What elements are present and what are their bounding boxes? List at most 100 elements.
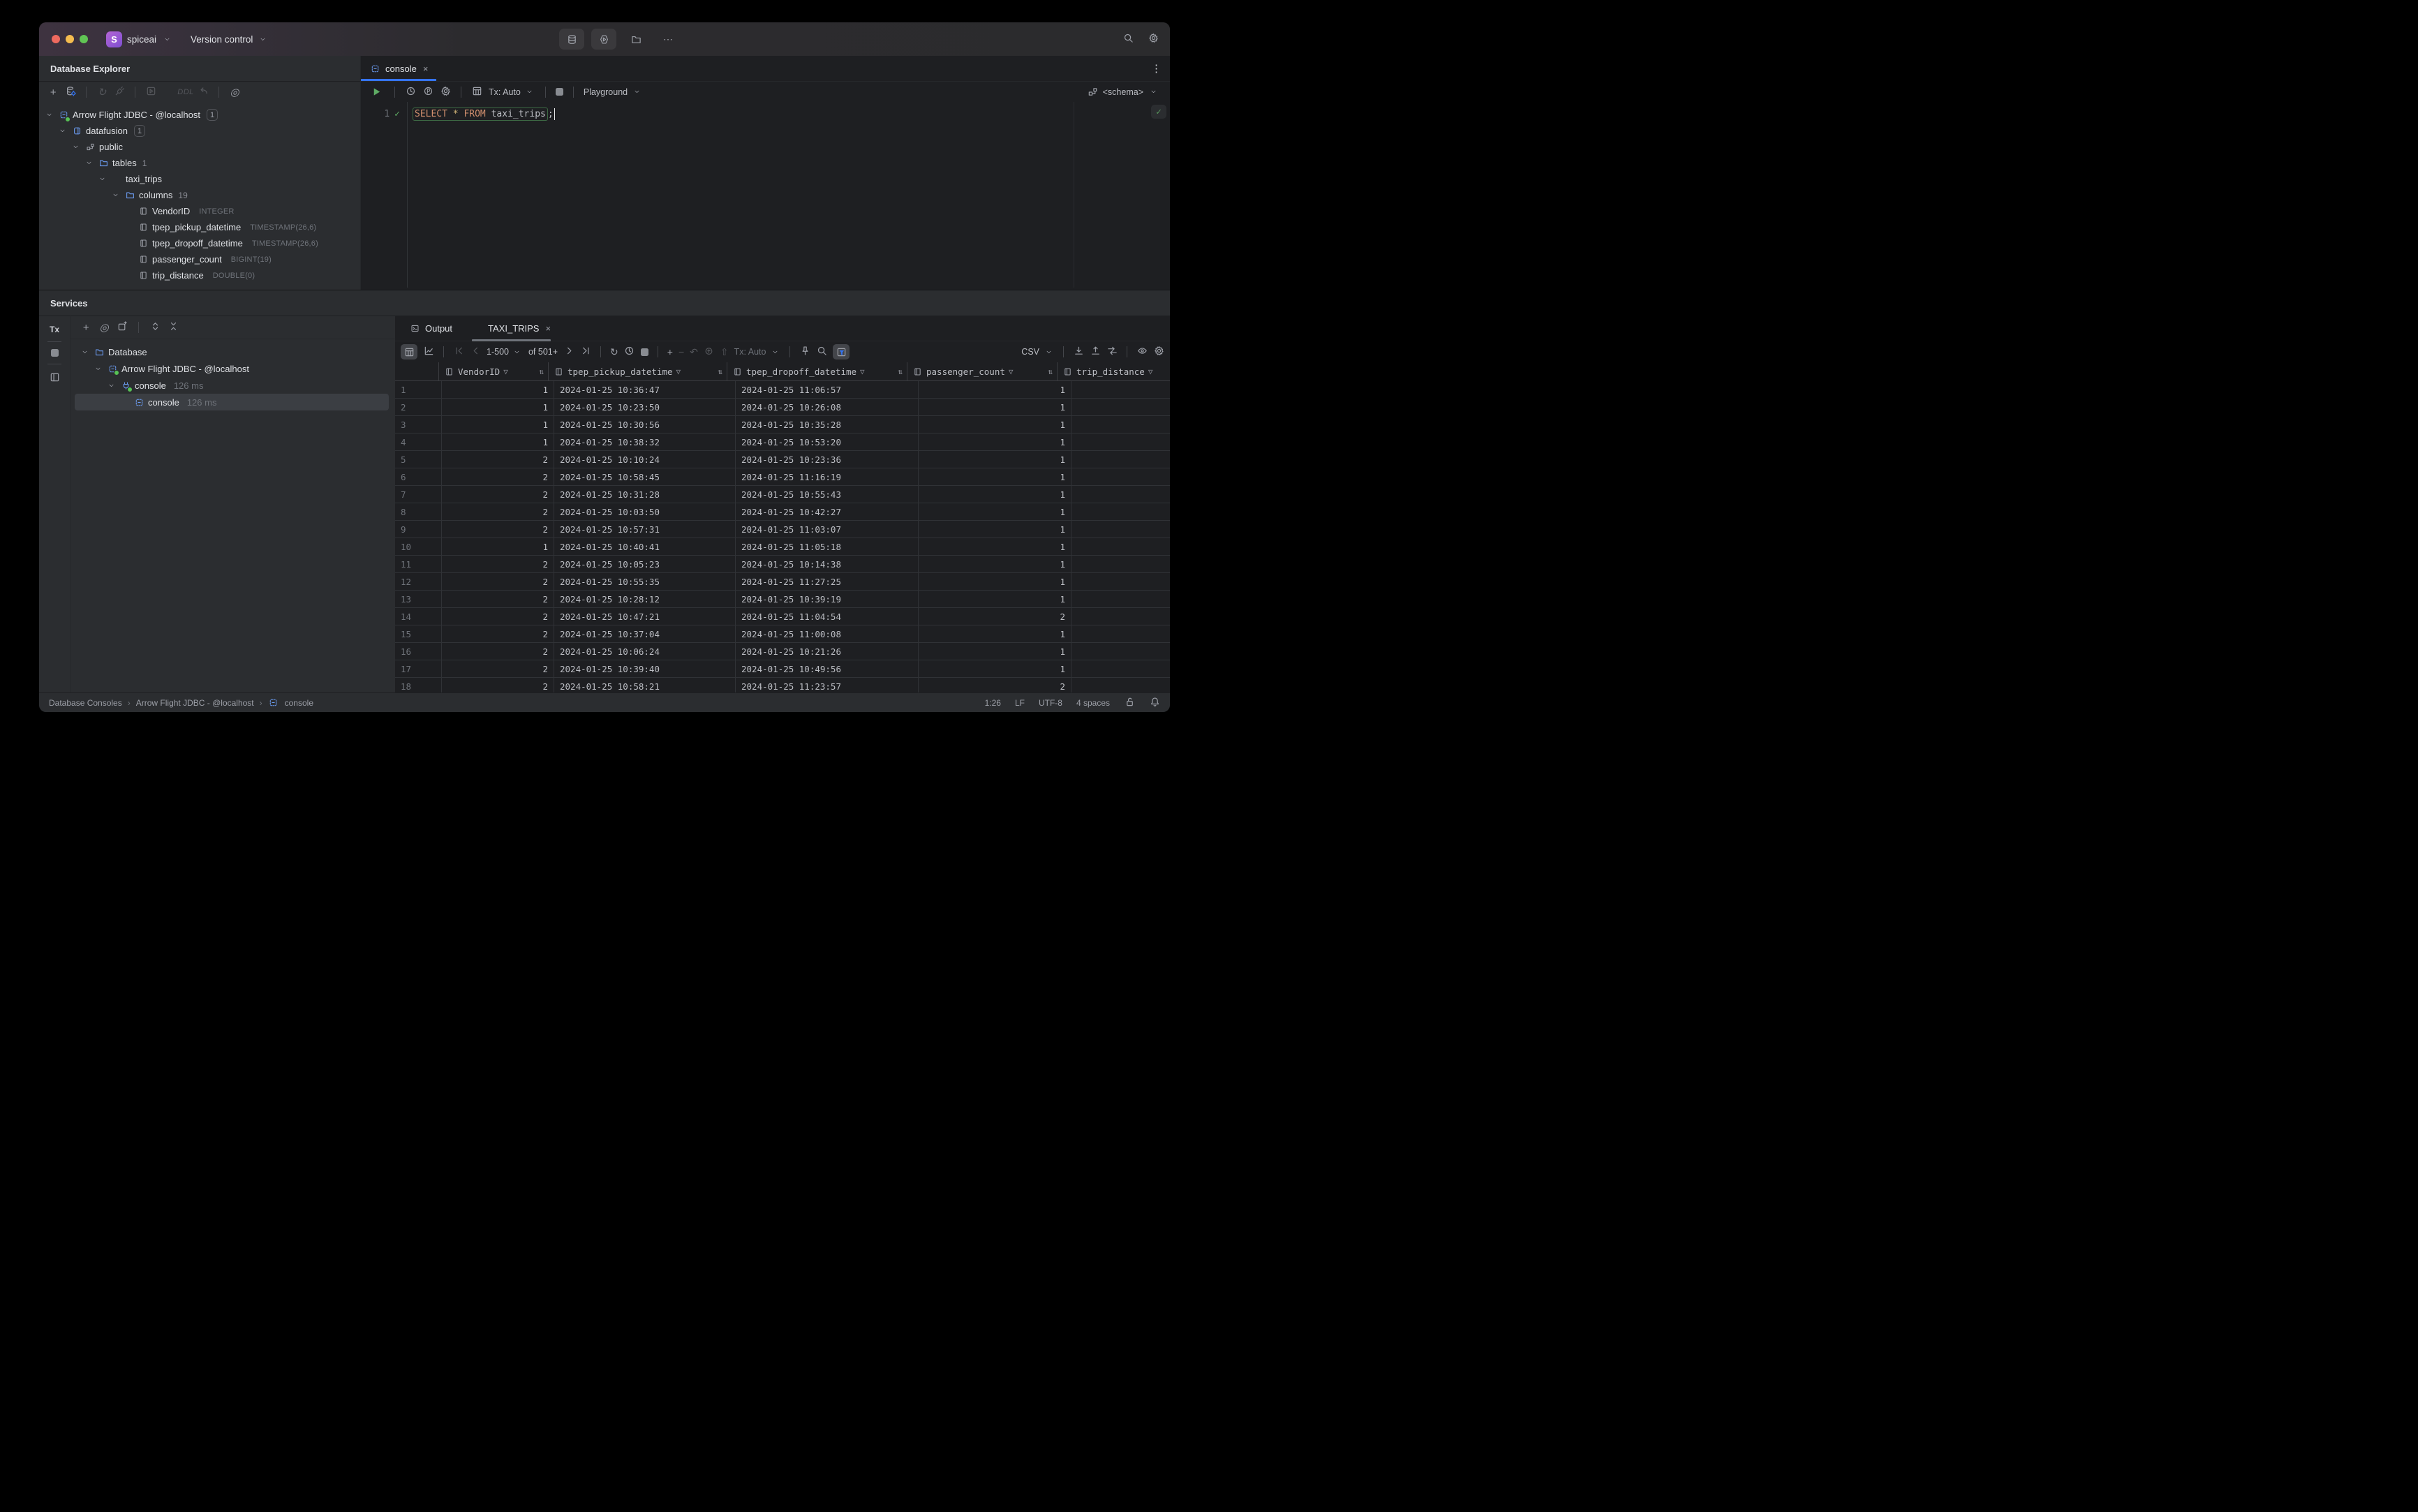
cell-trip_distance[interactable]: 11.99 [1071,573,1170,590]
refresh-button[interactable]: ↻ [96,87,107,98]
stop-process-button[interactable] [50,349,59,357]
cell-passenger_count[interactable]: 2 [919,608,1071,625]
grid-settings-button[interactable] [1153,346,1164,359]
auto-refresh-button[interactable] [624,346,635,359]
cell-passenger_count[interactable]: 1 [919,556,1071,572]
cell-trip_distance[interactable]: 2.06 [1071,608,1170,625]
results-tab-output[interactable]: Output [401,316,461,341]
cell-trip_distance[interactable]: 1.8 [1071,538,1170,555]
table-button[interactable] [163,86,174,99]
zoom-window-button[interactable] [80,35,88,43]
caret-position[interactable]: 1:26 [985,698,1001,708]
cell-vendorid[interactable]: 1 [442,381,554,398]
file-encoding[interactable]: UTF-8 [1039,698,1062,708]
ddl-button[interactable]: DDL [177,86,193,98]
tree-item-tpep-dropoff-datetime[interactable]: tpep_dropoff_datetime TIMESTAMP(26,6) [39,235,360,251]
cell-passenger_count[interactable]: 1 [919,625,1071,642]
cell-tpep_pickup_datetime[interactable]: 2024-01-25 10:03:50 [554,503,736,520]
cell-vendorid[interactable]: 1 [442,538,554,555]
tree-item-arrow-flight-jdbc-localhost[interactable]: Arrow Flight JDBC - @localhost 1 [39,107,360,123]
execute-button[interactable] [368,84,385,100]
cell-trip_distance[interactable]: 0.76 [1071,521,1170,538]
cell-tpep_dropoff_datetime[interactable]: 2024-01-25 10:21:26 [736,643,919,660]
reload-page-button[interactable]: ↻ [610,346,618,357]
tree-item-public[interactable]: public [39,139,360,155]
filter-funnel-icon[interactable]: ▽ [1148,367,1153,376]
cell-tpep_pickup_datetime[interactable]: 2024-01-25 10:06:24 [554,643,736,660]
filter-funnel-icon[interactable]: ▽ [503,367,508,376]
minimize-window-button[interactable] [66,35,74,43]
sort-icon[interactable]: ⇅ [718,367,722,376]
sort-icon[interactable]: ⇅ [1048,367,1053,376]
cell-vendorid[interactable]: 2 [442,521,554,538]
line-ending[interactable]: LF [1015,698,1025,708]
window-controls[interactable] [52,35,88,43]
grid-row-7[interactable]: 7 2 2024-01-25 10:31:28 2024-01-25 10:55:43… [395,486,1170,503]
revert-button[interactable]: ↶ [690,346,698,357]
export-format-select[interactable]: CSV [1021,346,1054,357]
grid-row-8[interactable]: 8 2 2024-01-25 10:03:50 2024-01-25 10:42:27… [395,503,1170,521]
editor-body[interactable]: 1 ✓ SELECT * FROM taxi_trips; ✓ [361,102,1170,288]
breadcrumb-console[interactable]: console [285,698,313,708]
filter-panel-button[interactable] [833,344,850,360]
grid-row-5[interactable]: 5 2 2024-01-25 10:10:24 2024-01-25 10:23:36… [395,451,1170,468]
cancel-query-button[interactable] [640,348,648,356]
expand-toggle-icon[interactable] [110,190,121,201]
cell-tpep_dropoff_datetime[interactable]: 2024-01-25 11:03:07 [736,521,919,538]
expand-toggle-icon[interactable] [43,110,54,121]
compare-button[interactable] [1106,346,1118,359]
cell-vendorid[interactable]: 2 [442,486,554,503]
tree-item-tables[interactable]: tables 1 [39,155,360,171]
expand-toggle-icon[interactable] [57,126,68,137]
export-button[interactable] [1090,346,1101,359]
submit-button[interactable] [704,346,715,359]
cell-trip_distance[interactable]: 0.75 [1071,591,1170,607]
grid-header-vendorid[interactable]: VendorID ▽ ⇅ [439,362,549,380]
tx-toggle-button[interactable]: Tx [50,325,59,334]
cell-tpep_pickup_datetime[interactable]: 2024-01-25 10:39:40 [554,660,736,677]
console-settings-button[interactable] [440,85,451,98]
pin-tab-button[interactable] [799,346,810,359]
cell-tpep_pickup_datetime[interactable]: 2024-01-25 10:31:28 [554,486,736,503]
grid-row-11[interactable]: 11 2 2024-01-25 10:05:23 2024-01-25 10:14:3… [395,556,1170,573]
write-access-toggle[interactable] [1124,696,1135,709]
unplug-button[interactable] [114,86,125,99]
cell-vendorid[interactable]: 2 [442,556,554,572]
close-tab-icon[interactable]: × [545,323,551,334]
grid-header-trip_distance[interactable]: trip_distance▽⇅ [1058,362,1170,380]
cell-trip_distance[interactable]: 1.3 [1071,433,1170,450]
grid-row-18[interactable]: 18 2 2024-01-25 10:58:21 2024-01-25 11:23:5… [395,678,1170,693]
grid-row-1[interactable]: 1 1 2024-01-25 10:36:47 2024-01-25 11:06:57… [395,381,1170,399]
database-tool-button[interactable] [559,29,584,50]
cell-trip_distance[interactable]: 18.6 [1071,503,1170,520]
cell-passenger_count[interactable]: 1 [919,538,1071,555]
grid-row-16[interactable]: 16 2 2024-01-25 10:06:24 2024-01-25 10:21:2… [395,643,1170,660]
play-rect-button[interactable] [145,86,156,99]
cell-tpep_dropoff_datetime[interactable]: 2024-01-25 11:16:19 [736,468,919,485]
cell-passenger_count[interactable]: 2 [919,678,1071,693]
results-tx-select[interactable]: Tx: Auto [734,346,781,357]
tab-console[interactable]: console × [361,56,437,81]
results-tab-taxi_trips[interactable]: TAXI_TRIPS × [463,316,559,341]
grid-row-13[interactable]: 13 2 2024-01-25 10:28:12 2024-01-25 10:39:1… [395,591,1170,608]
tx-mode-select[interactable]: Tx: Auto [489,87,535,98]
parameters-button[interactable] [422,85,433,98]
expand-button[interactable] [149,321,161,334]
target-button[interactable]: ◎ [229,87,240,98]
notifications-button[interactable] [1149,696,1160,709]
cell-tpep_dropoff_datetime[interactable]: 2024-01-25 11:04:54 [736,608,919,625]
import-button[interactable] [1073,346,1084,359]
cell-tpep_pickup_datetime[interactable]: 2024-01-25 10:30:56 [554,416,736,433]
cell-passenger_count[interactable]: 1 [919,399,1071,415]
last-page-button[interactable] [580,346,591,359]
grid-header-tpep_pickup_datetime[interactable]: tpep_pickup_datetime ▽ ⇅ [549,362,727,380]
cell-tpep_dropoff_datetime[interactable]: 2024-01-25 11:05:18 [736,538,919,555]
cell-tpep_pickup_datetime[interactable]: 2024-01-25 10:05:23 [554,556,736,572]
view-options-button[interactable] [1136,346,1148,359]
plus-button[interactable]: + [80,322,91,333]
cell-passenger_count[interactable]: 1 [919,451,1071,468]
cell-tpep_pickup_datetime[interactable]: 2024-01-25 10:58:45 [554,468,736,485]
commit-button[interactable]: ⇧ [720,346,729,357]
cell-trip_distance[interactable]: 0.43 [1071,660,1170,677]
grid-row-9[interactable]: 9 2 2024-01-25 10:57:31 2024-01-25 11:03:07… [395,521,1170,538]
